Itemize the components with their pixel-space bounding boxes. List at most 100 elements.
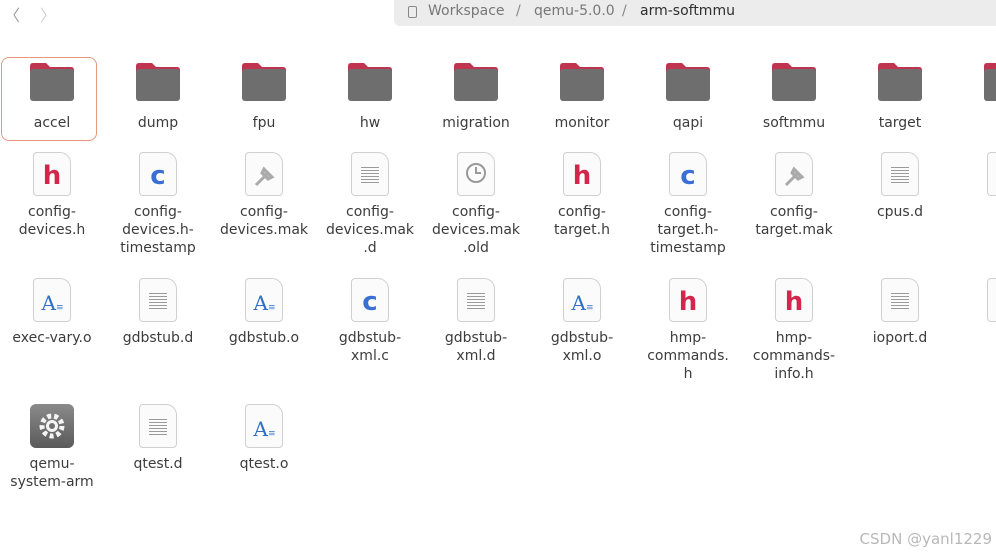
folder-icon xyxy=(28,58,76,106)
file-item-qemu-system-arm[interactable]: qemu-system-arm xyxy=(2,402,102,491)
folder-icon xyxy=(134,58,182,106)
crumb-qemu[interactable]: qemu-5.0.0 xyxy=(534,3,615,19)
file-item-fpu[interactable]: fpu xyxy=(214,58,314,132)
file-item-partial-folder[interactable] xyxy=(956,58,996,114)
file-item-config-target.h[interactable]: h config-target.h xyxy=(532,150,632,239)
file-label: hw xyxy=(359,115,381,131)
file-item-config-devices.h-timestamp[interactable]: c config-devices.h-timestamp xyxy=(108,150,208,257)
file-item-gdbstub.d[interactable]: gdbstub.d xyxy=(108,276,208,347)
file-label: config-devices.h-timestamp xyxy=(120,204,196,256)
file-item-config-devices.h[interactable]: h config-devices.h xyxy=(2,150,102,239)
file-item-qtest.o[interactable]: A≡ qtest.o xyxy=(214,402,314,473)
file-label: gdbstub.d xyxy=(122,330,194,346)
h-icon: h xyxy=(558,150,606,198)
file-label: gdbstub-xml.o xyxy=(550,330,614,364)
script-icon xyxy=(770,150,818,198)
folder-icon xyxy=(982,58,996,106)
file-item-gdbstub-xml.o[interactable]: A≡ gdbstub-xml.o xyxy=(532,276,632,365)
file-item-gdbstub-xml.d[interactable]: gdbstub-xml.d xyxy=(426,276,526,365)
file-label: softmmu xyxy=(762,115,826,131)
crumb-arm-softmmu[interactable]: arm-softmmu xyxy=(640,3,735,19)
path-separator: / xyxy=(516,3,521,19)
object-icon: A≡ xyxy=(28,276,76,324)
file-item-migration[interactable]: migration xyxy=(426,58,526,132)
folder-icon xyxy=(346,58,394,106)
path-separator: / xyxy=(622,3,627,19)
file-item-softmmu[interactable]: softmmu xyxy=(744,58,844,132)
text-icon xyxy=(346,150,394,198)
file-item-target[interactable]: target xyxy=(850,58,950,132)
file-label: hmp-commands-info.h xyxy=(752,330,836,382)
text-icon xyxy=(982,276,996,324)
file-item-config-devices.mak.old[interactable]: config-devices.mak .old xyxy=(426,150,526,257)
path-bar: Workspace / qemu-5.0.0 / arm-softmmu xyxy=(394,0,996,26)
file-label: target xyxy=(878,115,922,131)
c-icon: c xyxy=(664,150,712,198)
file-label: hmp-commands. h xyxy=(647,330,729,382)
file-item-hmp-commands.h[interactable]: h hmp-commands. h xyxy=(638,276,738,383)
executable-icon xyxy=(28,402,76,450)
file-item-config-target.mak[interactable]: config-target.mak xyxy=(744,150,844,239)
file-label: iop xyxy=(956,329,996,347)
file-item-exec-vary.o[interactable]: A≡ exec-vary.o xyxy=(2,276,102,347)
file-item-qapi[interactable]: qapi xyxy=(638,58,738,132)
file-label: fpu xyxy=(252,115,276,131)
file-label: qapi xyxy=(672,115,704,131)
h-icon: h xyxy=(28,150,76,198)
folder-icon xyxy=(770,58,818,106)
file-label: migration xyxy=(442,115,510,131)
c-icon: c xyxy=(134,150,182,198)
file-item-gdbstub.o[interactable]: A≡ gdbstub.o xyxy=(214,276,314,347)
watermark: CSDN @yanl1229 xyxy=(859,530,992,548)
object-icon: A≡ xyxy=(558,276,606,324)
file-item-monitor[interactable]: monitor xyxy=(532,58,632,132)
folder-icon xyxy=(664,58,712,106)
forward-button[interactable]: 〉 xyxy=(40,2,56,26)
file-label: gdbstub-xml.d xyxy=(444,330,508,364)
file-item-gdbstub-xml.c[interactable]: c gdbstub-xml.c xyxy=(320,276,420,365)
file-label: ioport.d xyxy=(872,330,928,346)
text-icon xyxy=(134,402,182,450)
text-icon xyxy=(452,276,500,324)
folder-icon xyxy=(240,58,288,106)
file-label: config-target.h-timestamp xyxy=(650,204,726,256)
folder-icon xyxy=(452,58,500,106)
c-icon: c xyxy=(346,276,394,324)
file-label: qemu-system-arm xyxy=(10,456,94,490)
file-label: config-devices.h xyxy=(18,204,86,238)
file-item-config-target.h-timestamp[interactable]: c config-target.h-timestamp xyxy=(638,150,738,257)
file-item-cpus.d[interactable]: cpus.d xyxy=(850,150,950,221)
file-item-config-devices.mak[interactable]: config-devices.mak xyxy=(214,150,314,239)
text-icon xyxy=(982,150,996,198)
folder-icon xyxy=(558,58,606,106)
file-label: accel xyxy=(33,115,71,131)
file-item-ioport.d[interactable]: ioport.d xyxy=(850,276,950,347)
file-label: config-target.h xyxy=(554,204,610,238)
text-icon xyxy=(876,150,924,198)
file-item-dump[interactable]: dump xyxy=(108,58,208,132)
drive-icon xyxy=(408,6,417,18)
h-icon: h xyxy=(770,276,818,324)
file-label: gdbstub-xml.c xyxy=(338,330,402,364)
object-icon: A≡ xyxy=(240,276,288,324)
file-label: dump xyxy=(137,115,179,131)
script-icon xyxy=(240,150,288,198)
file-item-config-devices.mak.d[interactable]: config-devices.mak .d xyxy=(320,150,420,257)
file-label: qtest.d xyxy=(133,456,183,472)
file-label: monitor xyxy=(554,115,610,131)
file-item-hw[interactable]: hw xyxy=(320,58,420,132)
crumb-workspace[interactable]: Workspace xyxy=(428,3,505,19)
back-button[interactable]: 〈 xyxy=(4,2,20,26)
file-item-cp[interactable]: cp xyxy=(956,150,996,221)
file-item-iop[interactable]: iop xyxy=(956,276,996,347)
file-item-accel[interactable]: accel xyxy=(1,57,102,141)
file-label: gdbstub.o xyxy=(228,330,300,346)
h-icon: h xyxy=(664,276,712,324)
text-icon xyxy=(134,276,182,324)
file-item-hmp-commands-info.h[interactable]: h hmp-commands-info.h xyxy=(744,276,844,383)
folder-icon xyxy=(876,58,924,106)
file-label: cp xyxy=(956,203,996,221)
file-item-qtest.d[interactable]: qtest.d xyxy=(108,402,208,473)
backup-icon xyxy=(452,150,500,198)
file-label: config-devices.mak xyxy=(219,204,309,238)
